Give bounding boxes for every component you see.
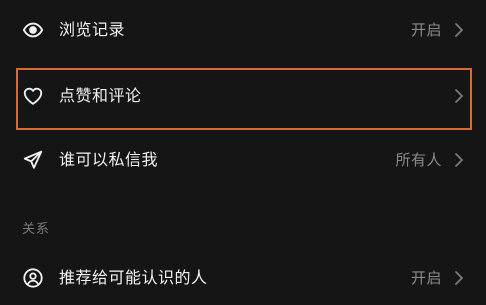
setting-value: 所有人 [395, 151, 442, 169]
eye-icon [22, 19, 44, 41]
setting-row-likes-comments[interactable]: 点赞和评论 [0, 76, 486, 116]
section-label-relations: 关系 [22, 222, 51, 237]
chevron-right-icon [452, 269, 466, 287]
chevron-right-icon [452, 21, 466, 39]
heart-icon [22, 85, 44, 107]
person-circle-icon [22, 267, 44, 289]
chevron-right-icon [452, 151, 466, 169]
setting-row-browsing-history[interactable]: 浏览记录 开启 [0, 10, 486, 50]
setting-label: 谁可以私信我 [59, 150, 159, 169]
setting-value: 开启 [410, 21, 442, 39]
setting-label: 浏览记录 [59, 20, 126, 39]
send-icon [22, 149, 44, 171]
chevron-right-icon [452, 87, 466, 105]
privacy-settings-screen: 浏览记录 开启 点赞和评论 谁可以私信我 所有人 关系 推荐给可能认识的人 开启 [0, 0, 486, 305]
setting-value: 开启 [410, 269, 442, 287]
setting-row-who-can-message[interactable]: 谁可以私信我 所有人 [0, 140, 486, 180]
setting-label: 点赞和评论 [59, 86, 142, 105]
setting-row-recommend-to-acquaintances[interactable]: 推荐给可能认识的人 开启 [0, 258, 486, 298]
setting-label: 推荐给可能认识的人 [59, 268, 208, 287]
